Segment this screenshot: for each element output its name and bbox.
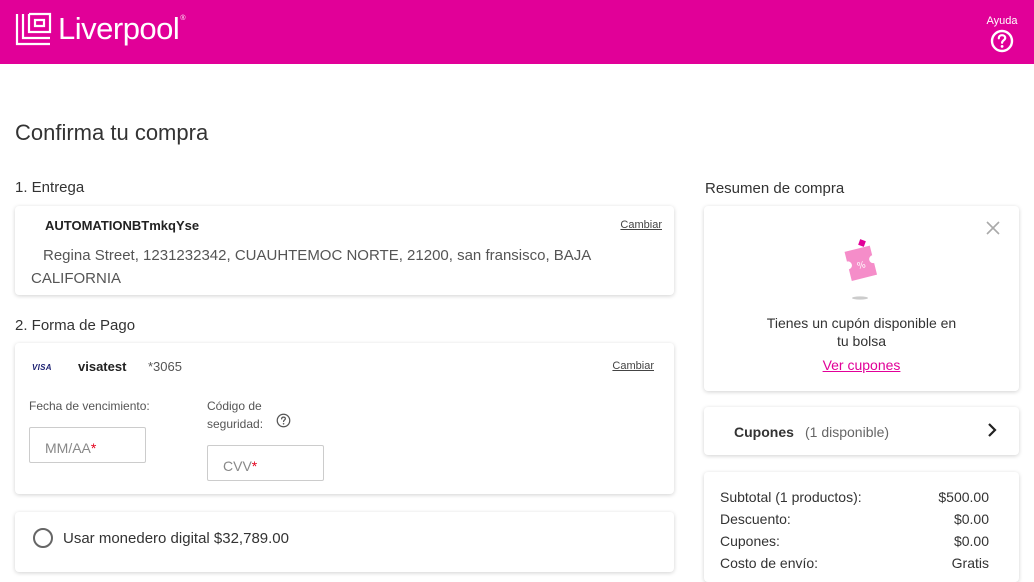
coupons-value: $0.00	[953, 533, 989, 549]
summary-title: Resumen de compra	[705, 180, 845, 197]
summary-row-subtotal: Subtotal (1 productos): $500.00	[720, 489, 989, 505]
top-header: Liverpool ® Ayuda	[0, 0, 1034, 64]
expiry-label: Fecha de vencimiento:	[29, 399, 150, 413]
change-payment-link[interactable]: Cambiar	[612, 360, 654, 372]
subtotal-label: Subtotal (1 productos):	[720, 489, 862, 505]
security-label-line1: Código de	[207, 399, 262, 413]
security-help-icon[interactable]	[276, 413, 291, 428]
close-icon[interactable]	[985, 220, 1001, 236]
expiry-input[interactable]: MM/AA*	[29, 427, 146, 463]
page-title: Confirma tu compra	[15, 120, 209, 145]
security-code-label: Código de seguridad:	[207, 397, 263, 433]
payment-card: VISA visatest *3065 Cambiar Fecha de ven…	[15, 343, 674, 494]
wallet-label: Usar monedero digital $32,789.00	[63, 530, 289, 547]
subtotal-value: $500.00	[938, 489, 989, 505]
coupon-available-text: Tienes un cupón disponible en tu bolsa	[704, 314, 1019, 350]
liverpool-logo-mark-icon	[15, 12, 52, 46]
discount-value: $0.00	[953, 511, 989, 527]
help-button[interactable]: Ayuda	[984, 15, 1020, 53]
expiry-placeholder: MM/AA	[45, 440, 91, 456]
order-summary-card: Subtotal (1 productos): $500.00 Descuent…	[704, 472, 1019, 582]
brand-name: Liverpool	[58, 11, 180, 46]
delivery-address: Regina Street, 1231232342, CUAUHTEMOC NO…	[31, 247, 591, 287]
card-name: visatest	[78, 359, 127, 374]
required-mark: *	[251, 458, 258, 474]
visa-icon: VISA	[32, 363, 52, 372]
recipient-name: AUTOMATIONBTmkqYse	[45, 218, 200, 233]
question-circle-icon	[990, 29, 1014, 53]
wallet-radio[interactable]	[33, 528, 53, 548]
coupon-ticket-icon: %	[844, 239, 878, 300]
coupons-available: (1 disponible)	[805, 424, 890, 440]
security-label-line2: seguridad:	[207, 417, 264, 431]
chevron-right-icon	[988, 423, 997, 437]
view-coupons-link[interactable]: Ver cupones	[704, 357, 1019, 373]
payment-section-label: 2. Forma de Pago	[15, 317, 136, 334]
cvv-placeholder: CVV	[223, 458, 252, 474]
wallet-card: Usar monedero digital $32,789.00	[15, 512, 674, 572]
delivery-section-label: 1. Entrega	[15, 179, 85, 196]
shipping-value: Gratis	[951, 555, 989, 571]
shipping-label: Costo de envío:	[720, 555, 819, 571]
discount-label: Descuento:	[720, 511, 791, 527]
coupons-label: Cupones:	[720, 533, 780, 549]
delivery-card: AUTOMATIONBTmkqYse Cambiar Regina Street…	[15, 206, 674, 295]
summary-row-discount: Descuento: $0.00	[720, 511, 989, 527]
help-label: Ayuda	[986, 15, 1018, 27]
summary-row-coupons: Cupones: $0.00	[720, 533, 989, 549]
liverpool-logo[interactable]: Liverpool ®	[15, 12, 185, 46]
coupons-row-card[interactable]: Cupones (1 disponible)	[704, 407, 1019, 455]
coupon-text-line1: Tienes un cupón disponible en	[766, 315, 957, 331]
cvv-input[interactable]: CVV*	[207, 445, 324, 481]
required-mark: *	[90, 440, 97, 456]
change-address-link[interactable]: Cambiar	[620, 219, 662, 231]
summary-row-shipping: Costo de envío: Gratis	[720, 555, 989, 571]
registered-mark: ®	[180, 14, 186, 22]
coupon-promo-card: % Tienes un cupón disponible en tu bolsa…	[704, 206, 1019, 391]
coupon-text-line2: tu bolsa	[836, 333, 887, 349]
coupons-title: Cupones	[734, 424, 794, 440]
card-number: *3065	[148, 359, 182, 374]
